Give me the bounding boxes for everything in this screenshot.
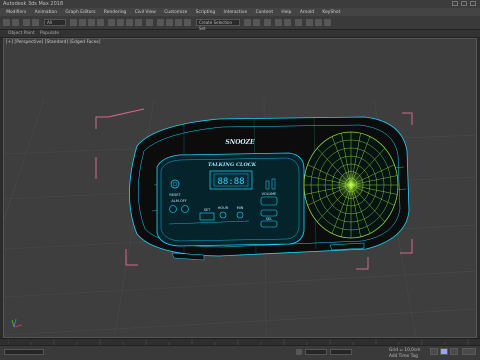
reference-coordinate-icon[interactable] xyxy=(146,19,153,26)
go-to-start-button[interactable] xyxy=(430,348,438,355)
lock-selection-icon[interactable] xyxy=(296,349,302,355)
maximize-button[interactable] xyxy=(461,1,467,6)
menu-help[interactable]: Help xyxy=(277,10,295,15)
sel-label: SEL xyxy=(266,217,272,221)
window-controls xyxy=(452,1,476,6)
rendered-frame-window-icon[interactable] xyxy=(315,19,322,26)
selection-filter-dropdown[interactable]: All xyxy=(44,19,66,26)
clock-model xyxy=(129,116,410,261)
rectangular-selection-icon[interactable] xyxy=(88,19,95,26)
y-coordinate-field[interactable] xyxy=(330,349,352,355)
render-setup-icon[interactable] xyxy=(306,19,313,26)
menu-keyshot[interactable]: KeyShot xyxy=(318,10,344,15)
rotate-icon[interactable] xyxy=(117,19,124,26)
pivot-center-icon[interactable] xyxy=(157,19,164,26)
snooze-label: SNOOZE xyxy=(225,139,255,146)
menu-scripting[interactable]: Scripting xyxy=(191,10,219,15)
close-button[interactable] xyxy=(470,1,476,6)
x-coordinate-field[interactable] xyxy=(305,349,327,355)
menu-content[interactable]: Content xyxy=(251,10,277,15)
play-button[interactable] xyxy=(440,348,448,355)
mirror-icon[interactable] xyxy=(244,19,251,26)
select-by-name-icon[interactable] xyxy=(79,19,86,26)
material-editor-icon[interactable] xyxy=(295,19,302,26)
time-slider[interactable] xyxy=(0,338,480,346)
placement-icon[interactable] xyxy=(135,19,142,26)
curve-editor-icon[interactable] xyxy=(275,19,282,26)
volume-label: VOLUME xyxy=(262,192,277,196)
menu-arnold[interactable]: Arnold xyxy=(296,10,319,15)
ribbon-tab-populate[interactable]: Populate xyxy=(40,30,59,38)
add-time-tag-text[interactable]: Add Time Tag xyxy=(389,354,418,359)
render-production-icon[interactable] xyxy=(324,19,331,26)
app-title: Autodesk 3ds Max 2018 xyxy=(3,1,64,7)
menu-graph-editors[interactable]: Graph Editors xyxy=(61,10,100,15)
angle-snap-icon[interactable] xyxy=(175,19,182,26)
current-frame-field[interactable] xyxy=(462,348,476,355)
viewport-label[interactable]: [+] [Perspective] [Standard] [Edged Face… xyxy=(6,40,100,45)
minimize-button[interactable] xyxy=(452,1,458,6)
menu-customize[interactable]: Customize xyxy=(160,10,191,15)
grid-size-text: Grid = 10,0cm xyxy=(389,348,421,353)
scale-icon[interactable] xyxy=(126,19,133,26)
ribbon-bar: Object Paint Populate xyxy=(0,30,480,38)
named-selection-set-dropdown[interactable]: Create Selection Set xyxy=(196,19,240,31)
talking-clock-label: TALKING CLOCK xyxy=(208,162,257,168)
maxscript-listener-field[interactable] xyxy=(4,349,44,355)
undo-icon[interactable] xyxy=(3,19,10,26)
hour-label: HOUR xyxy=(218,206,229,210)
window-crossing-icon[interactable] xyxy=(97,19,104,26)
axis-tripod xyxy=(11,318,23,328)
snaps-toggle-icon[interactable] xyxy=(166,19,173,26)
ribbon-tab-object-paint[interactable]: Object Paint xyxy=(8,30,35,38)
go-to-end-button[interactable] xyxy=(450,348,458,355)
lcd-digits: 88:88 xyxy=(217,177,244,187)
status-bar: Grid = 10,0cm Add Time Tag xyxy=(0,345,480,360)
redo-icon[interactable] xyxy=(12,19,19,26)
menu-animation[interactable]: Animation xyxy=(30,10,61,15)
schematic-view-icon[interactable] xyxy=(284,19,291,26)
select-object-icon[interactable] xyxy=(70,19,77,26)
link-icon[interactable] xyxy=(23,19,30,26)
menu-bar: Modifiers Animation Graph Editors Render… xyxy=(0,8,480,16)
title-bar: Autodesk 3ds Max 2018 xyxy=(0,0,480,8)
speaker-center-highlight xyxy=(337,170,365,200)
menu-interactive[interactable]: Interactive xyxy=(219,10,251,15)
align-icon[interactable] xyxy=(253,19,260,26)
reset-label: RESET xyxy=(169,193,181,197)
main-toolbar: All Create Selection Set xyxy=(0,16,480,31)
move-icon[interactable] xyxy=(108,19,115,26)
unlink-icon[interactable] xyxy=(32,19,39,26)
layer-explorer-icon[interactable] xyxy=(264,19,271,26)
perspective-viewport[interactable]: SNOOZE TALKING CLOCK 88:88 RESET ALM.OFF… xyxy=(3,38,477,338)
min-label: MIN xyxy=(237,206,244,210)
percent-snap-icon[interactable] xyxy=(184,19,191,26)
menu-modifiers[interactable]: Modifiers xyxy=(2,10,30,15)
viewport-scene: SNOOZE TALKING CLOCK 88:88 RESET ALM.OFF… xyxy=(4,98,476,337)
alm-off-label: ALM.OFF xyxy=(171,199,186,203)
menu-civil-view[interactable]: Civil View xyxy=(131,10,161,15)
menu-rendering[interactable]: Rendering xyxy=(100,10,131,15)
set-label: SET xyxy=(204,208,211,212)
